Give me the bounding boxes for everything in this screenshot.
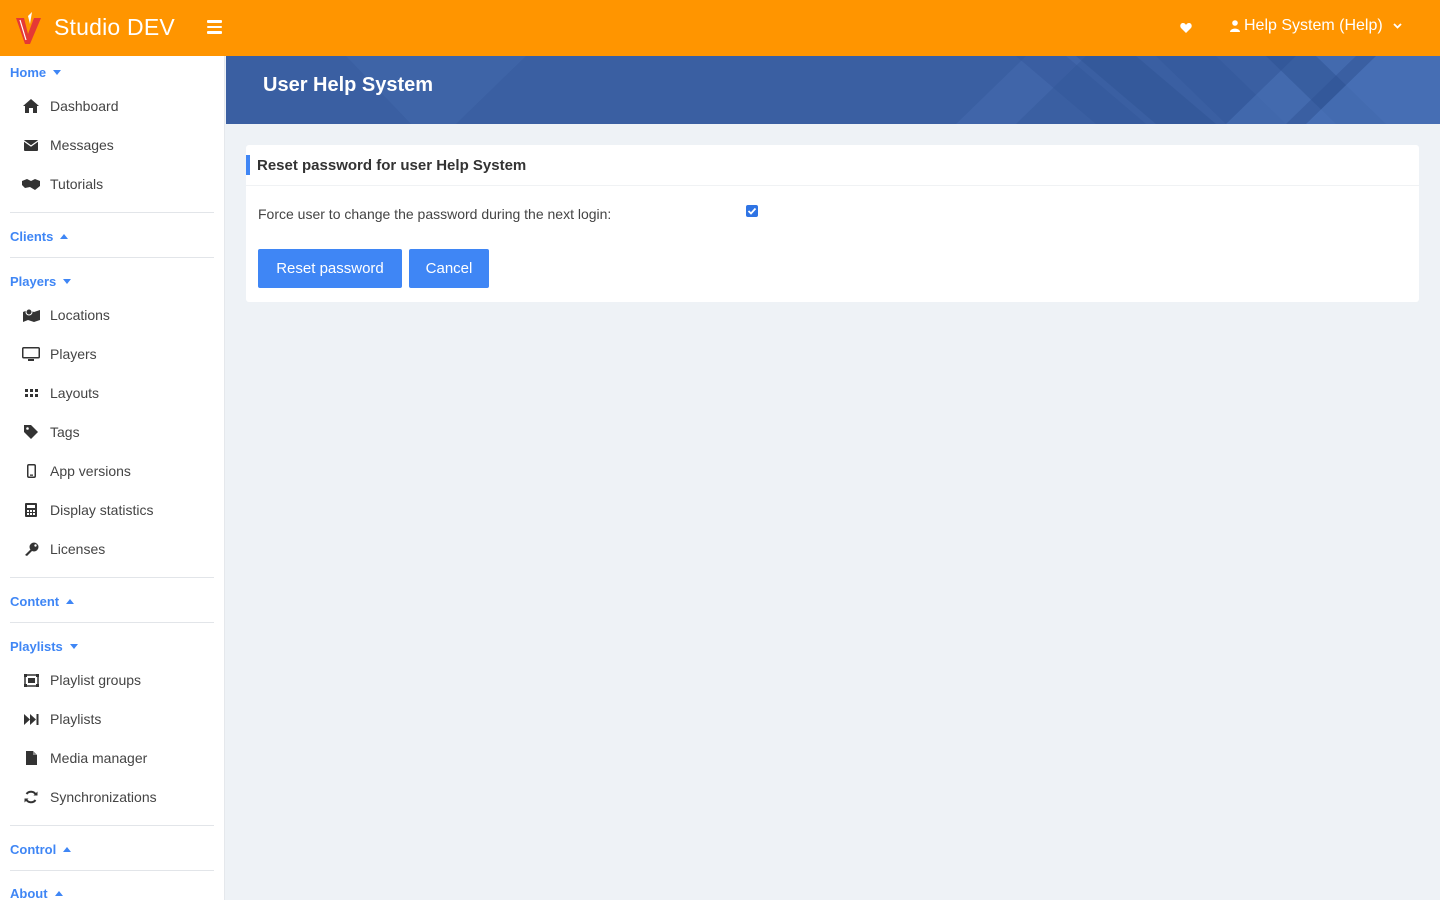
sidebar-item-app-versions[interactable]: App versions	[22, 459, 131, 483]
sidebar-section-label: Content	[10, 594, 60, 609]
divider	[10, 257, 214, 258]
sidebar-item-messages[interactable]: Messages	[22, 133, 114, 157]
sidebar-item-label: Locations	[50, 307, 110, 323]
card-header: Reset password for user Help System	[246, 145, 1419, 186]
sidebar-item-label: Tags	[50, 424, 80, 440]
sidebar-item-playlist-groups[interactable]: Playlist groups	[22, 668, 141, 692]
sidebar-section-players[interactable]: Players	[10, 274, 72, 289]
caret-up-icon	[63, 847, 72, 852]
force-change-label: Force user to change the password during…	[258, 206, 612, 222]
reset-password-button[interactable]: Reset password	[258, 249, 402, 288]
sidebar-section-label: Playlists	[10, 639, 63, 654]
sidebar-section-label: About	[10, 886, 48, 900]
divider	[10, 622, 214, 623]
page-title: User Help System	[263, 74, 434, 96]
fast-forward-icon	[22, 711, 40, 727]
handshake-icon	[22, 176, 40, 192]
envelope-icon	[22, 137, 40, 153]
sync-icon	[22, 789, 40, 805]
app-title[interactable]: Studio DEV	[54, 14, 175, 41]
cancel-button[interactable]: Cancel	[409, 249, 489, 288]
sidebar-item-label: Layouts	[50, 385, 100, 401]
chevron-down-icon	[1393, 23, 1402, 29]
sidebar-section-label: Control	[10, 842, 57, 857]
divider	[10, 870, 214, 871]
top-navbar: Studio DEV Help System (Help)	[0, 0, 1440, 56]
sidebar-section-playlists[interactable]: Playlists	[10, 639, 78, 654]
sidebar-item-label: Licenses	[50, 541, 106, 557]
sidebar-item-tutorials[interactable]: Tutorials	[22, 172, 103, 196]
menu-toggle-icon[interactable]	[207, 20, 222, 34]
card-accent-bar	[246, 155, 250, 175]
sidebar-item-label: Synchronizations	[50, 789, 157, 805]
sidebar-section-label: Clients	[10, 229, 54, 244]
sidebar-item-label: App versions	[50, 463, 131, 479]
force-change-checkbox[interactable]	[746, 205, 758, 217]
calculator-icon	[22, 502, 40, 518]
sidebar-item-media-manager[interactable]: Media manager	[22, 746, 147, 770]
key-icon	[22, 541, 40, 557]
object-group-icon	[22, 672, 40, 688]
mobile-icon	[22, 463, 40, 479]
user-icon	[1230, 20, 1240, 32]
monitor-icon	[22, 346, 40, 362]
checkmark-icon	[747, 207, 757, 215]
sidebar-section-content[interactable]: Content	[10, 594, 75, 609]
sidebar-item-label: Messages	[50, 137, 114, 153]
sidebar-section-label: Home	[10, 65, 47, 80]
sidebar-item-players[interactable]: Players	[22, 342, 97, 366]
caret-down-icon	[53, 70, 62, 75]
sidebar-item-label: Media manager	[50, 750, 148, 766]
sidebar-item-display-statistics[interactable]: Display statistics	[22, 498, 153, 522]
map-icon	[22, 307, 40, 323]
sidebar-item-playlists[interactable]: Playlists	[22, 707, 101, 731]
sidebar-item-label: Players	[50, 346, 97, 362]
divider	[10, 825, 214, 826]
page-banner: User Help System	[226, 56, 1440, 124]
sidebar-section-clients[interactable]: Clients	[10, 229, 69, 244]
sidebar-item-label: Tutorials	[50, 176, 104, 192]
caret-up-icon	[66, 599, 75, 604]
sidebar-item-label: Display statistics	[50, 502, 154, 518]
user-menu-dropdown[interactable]: Help System (Help)	[1230, 17, 1402, 35]
sidebar-item-dashboard[interactable]: Dashboard	[22, 94, 119, 118]
reset-password-card: Reset password for user Help System Forc…	[246, 145, 1419, 302]
sidebar-item-layouts[interactable]: Layouts	[22, 381, 99, 405]
sidebar-item-locations[interactable]: Locations	[22, 303, 110, 327]
caret-up-icon	[54, 891, 63, 896]
caret-down-icon	[69, 644, 78, 649]
divider	[10, 577, 214, 578]
sidebar: Home Dashboard Messages Tutorials Client…	[0, 56, 225, 900]
file-icon	[22, 750, 40, 766]
app-logo-icon[interactable]	[14, 12, 42, 46]
card-title: Reset password for user Help System	[257, 157, 527, 174]
sidebar-section-home[interactable]: Home	[10, 65, 62, 80]
sidebar-section-control[interactable]: Control	[10, 842, 72, 857]
sidebar-item-licenses[interactable]: Licenses	[22, 537, 105, 561]
heart-icon[interactable]	[1180, 22, 1192, 34]
divider	[10, 212, 214, 213]
home-icon	[22, 98, 40, 114]
sidebar-item-label: Playlists	[50, 711, 102, 727]
sidebar-item-tags[interactable]: Tags	[22, 420, 80, 444]
grid-icon	[22, 385, 40, 401]
caret-down-icon	[63, 279, 72, 284]
sidebar-section-about[interactable]: About	[10, 886, 63, 900]
sidebar-item-synchronizations[interactable]: Synchronizations	[22, 785, 157, 809]
caret-up-icon	[60, 234, 69, 239]
tag-icon	[22, 424, 40, 440]
user-menu-label: Help System (Help)	[1244, 17, 1383, 34]
sidebar-item-label: Dashboard	[50, 98, 119, 114]
sidebar-section-label: Players	[10, 274, 57, 289]
sidebar-item-label: Playlist groups	[50, 672, 142, 688]
